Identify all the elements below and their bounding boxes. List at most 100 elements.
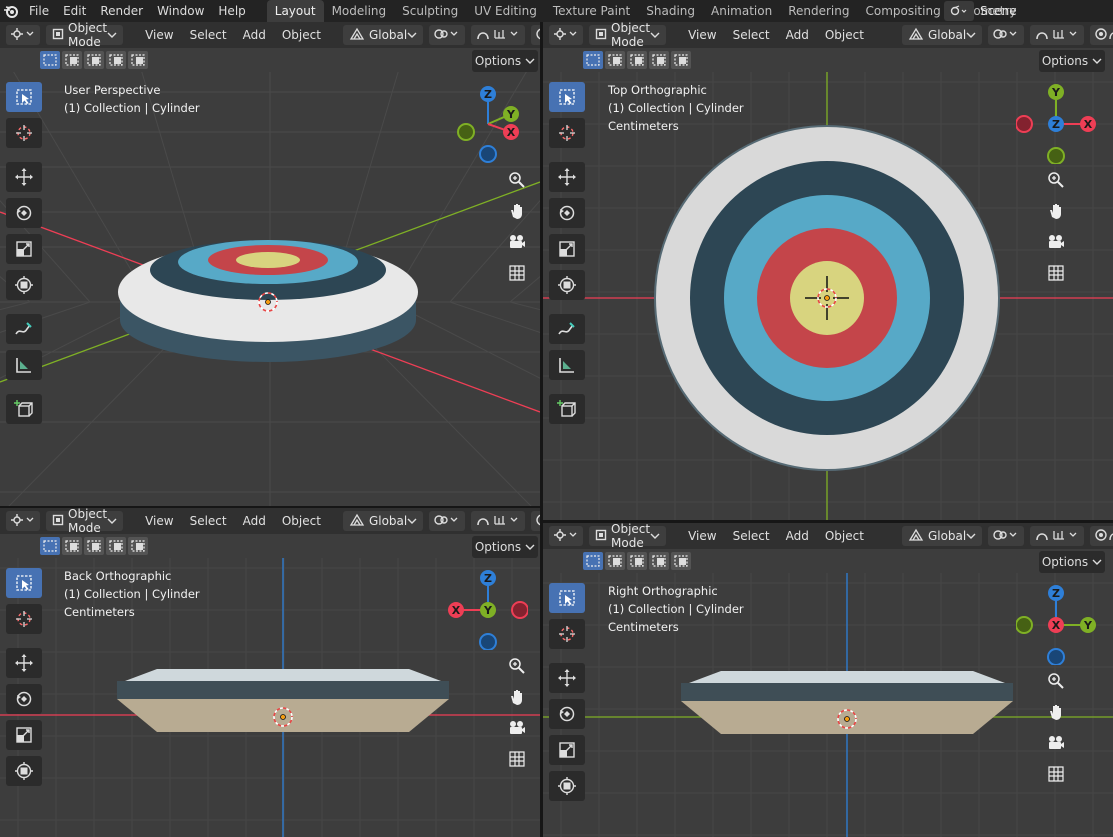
nav-ortho-grid-button[interactable] — [502, 259, 532, 287]
gizmo-z-neg-handle[interactable] — [479, 633, 497, 651]
tool-rotate-button[interactable] — [6, 198, 42, 228]
pivot-point-dropdown[interactable] — [428, 25, 465, 45]
tab-shading[interactable]: Shading — [638, 0, 703, 22]
nav-camera-button[interactable] — [502, 228, 532, 256]
menu-add[interactable]: Add — [235, 514, 274, 528]
nav-pan-button[interactable] — [502, 683, 532, 711]
tool-move-button[interactable] — [549, 162, 585, 192]
proportional-edit-toggle[interactable] — [530, 511, 540, 531]
menu-add[interactable]: Add — [235, 28, 274, 42]
select-extend-button[interactable] — [62, 51, 82, 69]
area-separator[interactable] — [0, 506, 540, 508]
gizmo-y-neg-handle[interactable] — [457, 123, 475, 141]
transform-orientation-dropdown[interactable]: Global — [901, 526, 982, 546]
editor-type-button[interactable] — [549, 25, 583, 45]
select-intersect-button[interactable] — [671, 552, 691, 570]
tool-scale-button[interactable] — [6, 720, 42, 750]
tool-transform-button[interactable] — [6, 756, 42, 786]
select-new-button[interactable] — [583, 552, 603, 570]
nav-zoom-button[interactable] — [1041, 166, 1071, 194]
select-difference-button[interactable] — [649, 552, 669, 570]
select-new-button[interactable] — [583, 51, 603, 69]
tool-transform-button[interactable] — [6, 270, 42, 300]
options-dropdown[interactable]: Options — [472, 536, 538, 558]
tool-scale-button[interactable] — [549, 735, 585, 765]
object-mode-dropdown[interactable]: Object Mode — [589, 22, 667, 49]
tab-modeling[interactable]: Modeling — [324, 0, 395, 22]
select-extend-button[interactable] — [62, 537, 82, 555]
options-dropdown[interactable]: Options — [1039, 50, 1105, 72]
tool-cursor-button[interactable] — [549, 619, 585, 649]
tool-rotate-button[interactable] — [549, 699, 585, 729]
editor-type-button[interactable] — [6, 511, 40, 531]
object-mode-dropdown[interactable]: Object Mode — [589, 523, 667, 550]
menu-object[interactable]: Object — [274, 28, 329, 42]
transform-orientation-dropdown[interactable]: Global — [901, 25, 982, 45]
target-object[interactable] — [117, 669, 449, 732]
tool-select-box-button[interactable] — [6, 568, 42, 598]
tool-measure-button[interactable] — [6, 350, 42, 380]
gizmo-y-neg-handle[interactable] — [1047, 147, 1065, 165]
menu-window[interactable]: Window — [150, 0, 211, 22]
tab-layout[interactable]: Layout — [266, 0, 324, 22]
select-difference-button[interactable] — [106, 537, 126, 555]
tab-texture-paint[interactable]: Texture Paint — [545, 0, 638, 22]
tool-select-box-button[interactable] — [6, 82, 42, 112]
nav-ortho-grid-button[interactable] — [1041, 760, 1071, 788]
select-subtract-button[interactable] — [84, 51, 104, 69]
tool-cursor-button[interactable] — [6, 118, 42, 148]
pivot-point-dropdown[interactable] — [428, 511, 465, 531]
menu-view[interactable]: View — [137, 514, 181, 528]
viewport-bl[interactable]: Object Mode View Select Add Object Global Opti… — [0, 508, 540, 837]
editor-type-button[interactable] — [549, 526, 583, 546]
area-separator[interactable] — [543, 520, 1113, 523]
tool-move-button[interactable] — [6, 648, 42, 678]
transform-orientation-dropdown[interactable]: Global — [342, 511, 423, 531]
menu-help[interactable]: Help — [211, 0, 252, 22]
tool-annotate-button[interactable] — [549, 314, 585, 344]
nav-zoom-button[interactable] — [502, 652, 532, 680]
select-extend-button[interactable] — [605, 552, 625, 570]
tab-rendering[interactable]: Rendering — [780, 0, 857, 22]
navigation-gizmo[interactable]: Z X Y — [448, 570, 529, 651]
pivot-point-dropdown[interactable] — [987, 526, 1024, 546]
select-difference-button[interactable] — [106, 51, 126, 69]
viewport-tr[interactable]: Object Mode View Select Add Object Global Opti… — [543, 22, 1113, 520]
snap-toggle[interactable] — [1029, 526, 1084, 546]
editor-type-button[interactable] — [6, 25, 40, 45]
nav-ortho-grid-button[interactable] — [502, 745, 532, 773]
object-mode-dropdown[interactable]: Object Mode — [46, 508, 124, 535]
blender-logo-icon[interactable] — [0, 0, 22, 22]
gizmo-x-neg-handle[interactable] — [511, 601, 529, 619]
proportional-edit-toggle[interactable] — [1089, 25, 1113, 45]
tab-compositing[interactable]: Compositing — [857, 0, 948, 22]
menu-object[interactable]: Object — [817, 529, 872, 543]
menu-object[interactable]: Object — [817, 28, 872, 42]
area-separator[interactable] — [540, 22, 543, 837]
tool-add-cube-button[interactable] — [6, 394, 42, 424]
select-intersect-button[interactable] — [671, 51, 691, 69]
tool-move-button[interactable] — [6, 162, 42, 192]
gizmo-x-neg-handle[interactable] — [1015, 115, 1033, 133]
select-subtract-button[interactable] — [84, 537, 104, 555]
tool-scale-button[interactable] — [549, 234, 585, 264]
tool-transform-button[interactable] — [549, 270, 585, 300]
tool-add-cube-button[interactable] — [549, 394, 585, 424]
select-subtract-button[interactable] — [627, 51, 647, 69]
transform-orientation-dropdown[interactable]: Global — [342, 25, 423, 45]
tool-move-button[interactable] — [549, 663, 585, 693]
nav-pan-button[interactable] — [502, 197, 532, 225]
nav-camera-button[interactable] — [502, 714, 532, 742]
tab-uv-editing[interactable]: UV Editing — [466, 0, 545, 22]
navigation-gizmo[interactable]: Z YX — [448, 84, 528, 164]
proportional-edit-toggle[interactable] — [1089, 526, 1113, 546]
menu-select[interactable]: Select — [725, 529, 778, 543]
menu-add[interactable]: Add — [778, 529, 817, 543]
object-mode-dropdown[interactable]: Object Mode — [46, 22, 124, 49]
nav-camera-button[interactable] — [1041, 228, 1071, 256]
select-difference-button[interactable] — [649, 51, 669, 69]
nav-pan-button[interactable] — [1041, 698, 1071, 726]
tab-animation[interactable]: Animation — [703, 0, 780, 22]
snap-toggle[interactable] — [470, 25, 525, 45]
select-intersect-button[interactable] — [128, 51, 148, 69]
